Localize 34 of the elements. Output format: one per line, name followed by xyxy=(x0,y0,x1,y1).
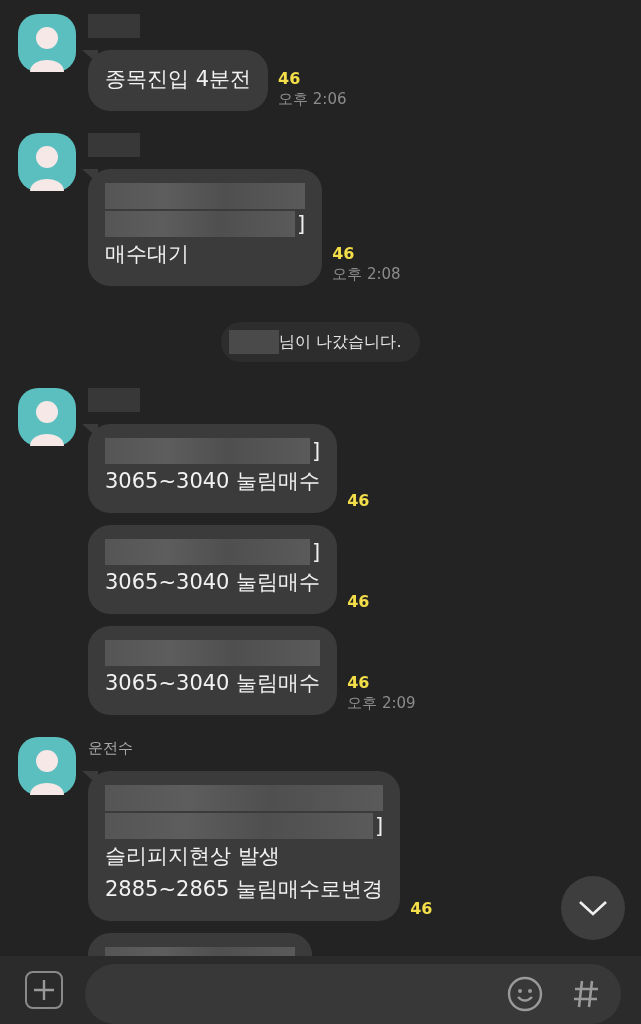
emoji-button[interactable] xyxy=(507,976,543,1012)
unread-count: 46 xyxy=(332,244,356,264)
message-text: 종목진입 4분전 xyxy=(105,66,252,93)
message-text: 2885~2865 눌림매수로변경 xyxy=(105,876,384,903)
bracket-text: ] xyxy=(374,813,384,839)
message-text: 3065~3040 눌림매수 xyxy=(105,670,321,697)
message-time: 오후 2:06 xyxy=(278,89,347,109)
add-button[interactable] xyxy=(25,971,63,1009)
avatar-icon xyxy=(18,133,76,191)
unread-count: 46 xyxy=(347,592,370,612)
message-text: 3065~3040 눌림매수 xyxy=(105,468,321,495)
message-text: 슬리피지현상 발생 xyxy=(105,843,281,870)
unread-count: 46 xyxy=(410,899,433,919)
message-text: 3065~3040 눌림매수 xyxy=(105,569,321,596)
notice-text: 님이 나갔습니다. xyxy=(279,331,402,353)
bracket-text: ] xyxy=(311,539,321,565)
hashtag-icon xyxy=(573,979,599,1009)
unread-count: 46 xyxy=(278,69,302,89)
message-text: 매수대기 xyxy=(105,241,190,268)
avatar-icon xyxy=(18,14,76,72)
unread-count: 46 xyxy=(347,491,370,511)
message-time: 오후 2:09 xyxy=(347,693,416,713)
redaction-block xyxy=(229,330,280,354)
message-time: 오후 2:08 xyxy=(332,264,401,284)
sender-name: 운전수 xyxy=(88,738,134,759)
unread-count: 46 xyxy=(347,673,371,693)
avatar-icon xyxy=(18,737,76,795)
avatar-icon xyxy=(18,388,76,446)
plus-icon xyxy=(32,978,56,1002)
chevron-down-icon xyxy=(578,899,608,917)
hashtag-button[interactable] xyxy=(573,979,599,1009)
smiley-icon xyxy=(507,976,543,1012)
bracket-text: ] xyxy=(297,211,306,237)
bracket-text: ] xyxy=(311,438,321,464)
